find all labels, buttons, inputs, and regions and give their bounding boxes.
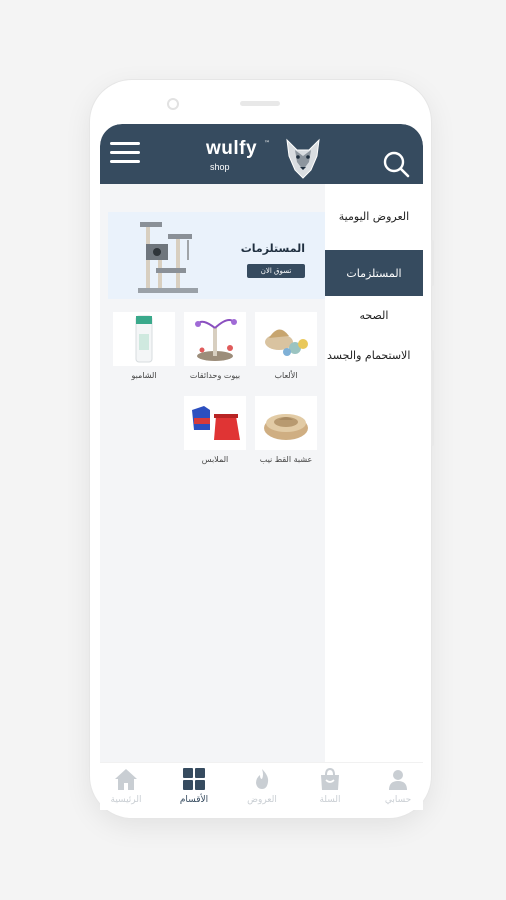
banner-title: المستلزمات (240, 242, 305, 255)
product-label: بيوت وحدائقات (189, 371, 241, 380)
category-content: المستلزمات تسوق الان الألعاب بيوت وحدائق… (100, 184, 325, 764)
cat-tree-icon (184, 312, 246, 366)
speaker-grille (240, 101, 280, 106)
product-label: الملابس (201, 455, 229, 464)
nav-label: حسابي (384, 795, 412, 805)
product-label: الشامبو (131, 371, 157, 380)
nav-account[interactable]: حسابي (370, 767, 423, 810)
catnip-bowl-icon (255, 396, 317, 450)
shop-now-button[interactable]: تسوق الان (247, 264, 305, 278)
bottom-navigation: حسابي السلة العروض الأقسام الرئيسية (100, 762, 423, 810)
product-tile[interactable]: بيوت وحدائقات (184, 312, 246, 380)
home-icon (115, 769, 137, 790)
shopping-bag-icon (321, 767, 339, 790)
wolf-logo-icon (286, 138, 320, 179)
toy-balls-icon (255, 312, 317, 366)
sidebar-item-supplies[interactable]: المستلزمات (325, 250, 423, 296)
nav-label: الرئيسية (110, 795, 142, 805)
brand-sub: shop (210, 162, 230, 172)
sidebar-item-bath-body[interactable]: الاستحمام والجسد (325, 349, 423, 362)
hamburger-menu-icon[interactable] (110, 142, 142, 166)
search-icon[interactable] (382, 150, 412, 180)
brand-name: wulfy (206, 138, 258, 159)
product-tile[interactable]: الشامبو (113, 312, 175, 380)
pet-clothes-icon (184, 396, 246, 450)
categories-grid-icon (183, 768, 205, 790)
trademark: ™ (264, 140, 270, 147)
nav-home[interactable]: الرئيسية (100, 767, 154, 810)
shampoo-bottle-icon (113, 312, 175, 366)
nav-categories[interactable]: الأقسام (166, 767, 222, 810)
flame-icon (256, 769, 269, 789)
wulfy-logo: wulfy ™ shop (206, 138, 326, 179)
nav-offers[interactable]: العروض (234, 767, 290, 810)
user-icon (389, 770, 407, 790)
nav-label: الأقسام (179, 795, 209, 805)
sidebar-item-health[interactable]: الصحه (325, 309, 423, 322)
nav-label: العروض (247, 795, 277, 805)
nav-label: السلة (319, 795, 341, 805)
sidebar-item-daily-offers[interactable]: العروض اليومية (325, 210, 423, 223)
product-label: الألعاب (274, 371, 298, 380)
product-tile[interactable]: الملابس (184, 396, 246, 464)
category-banner[interactable]: المستلزمات تسوق الان (108, 212, 325, 299)
product-label: عشبة القط نيب (259, 455, 313, 464)
category-sidebar: العروض اليومية المستلزمات الصحه الاستحما… (325, 184, 423, 764)
camera-lens (167, 98, 179, 110)
app-header: wulfy ™ shop (100, 124, 423, 184)
cat-tree-banner-image (138, 222, 198, 293)
app-screen: wulfy ™ shop المستلزمات تسوق الان الألعا… (100, 124, 423, 810)
nav-cart[interactable]: السلة (302, 767, 358, 810)
volume-button (431, 240, 434, 286)
product-tile[interactable]: الألعاب (255, 312, 317, 380)
product-tile[interactable]: عشبة القط نيب (255, 396, 317, 464)
power-button (431, 350, 434, 446)
